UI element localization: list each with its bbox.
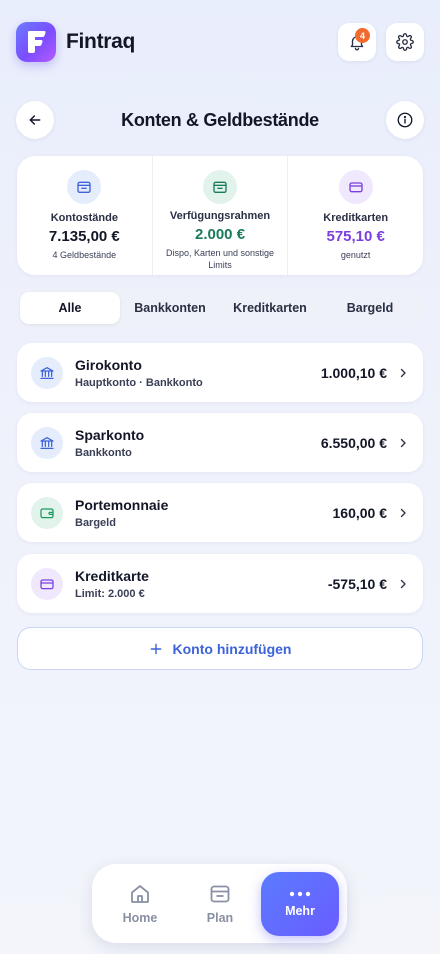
summary-card: Kontostände 7.135,00 € 4 Geldbestände Ve…	[17, 156, 423, 275]
account-amount: 1.000,10 €	[320, 364, 387, 381]
chevron-right-icon	[400, 508, 406, 517]
add-account-label: Konto hinzufügen	[172, 640, 292, 657]
notification-badge: 4	[355, 28, 370, 43]
summary-balances[interactable]: Kontostände 7.135,00 € 4 Geldbestände	[17, 156, 152, 275]
account-subtitle: Bankkonto	[75, 446, 132, 459]
settings-button[interactable]	[386, 23, 424, 61]
summary-label: Kontostände	[50, 212, 118, 224]
summary-value: 2.000 €	[194, 226, 246, 243]
bank-icon	[31, 356, 63, 389]
tab-bank-accounts[interactable]: Bankkonten	[120, 292, 220, 324]
tab-all[interactable]: Alle	[20, 292, 120, 324]
tab-cash[interactable]: Bargeld	[320, 292, 420, 324]
info-icon	[397, 112, 413, 128]
add-account-button[interactable]: Konto hinzufügen	[17, 627, 423, 670]
bottom-nav: Home Plan Mehr	[92, 864, 347, 943]
chevron-right-icon	[400, 368, 406, 377]
summary-value: 7.135,00 €	[48, 228, 120, 245]
account-amount: 160,00 €	[332, 504, 388, 521]
summary-label: Verfügungsrahmen	[169, 210, 271, 222]
account-subtitle: Bargeld	[75, 516, 116, 529]
nav-label: Plan	[206, 911, 234, 925]
summary-label: Kreditkarten	[323, 212, 389, 224]
account-name: Girokonto	[75, 356, 142, 373]
tab-credit-cards[interactable]: Kreditkarten	[220, 292, 320, 324]
summary-credit-cards[interactable]: Kreditkarten 575,10 € genutzt	[287, 156, 423, 275]
wallet-icon	[67, 170, 102, 204]
account-row-kreditkarte[interactable]: Kreditkarte Limit: 2.000 € -575,10 €	[17, 554, 423, 613]
account-row-girokonto[interactable]: Girokonto Hauptkonto · Bankkonto 1.000,1…	[17, 343, 423, 402]
filter-tabs: Alle Bankkonten Kreditkarten Bargeld	[17, 289, 423, 327]
account-row-portemonnaie[interactable]: Portemonnaie Bargeld 160,00 €	[17, 483, 423, 542]
plan-icon	[210, 885, 230, 903]
account-amount: 6.550,00 €	[320, 434, 387, 451]
more-icon	[289, 891, 311, 897]
back-button[interactable]	[16, 101, 54, 139]
summary-limits[interactable]: Verfügungsrahmen 2.000 € Dispo, Karten u…	[151, 156, 288, 275]
logo-f-icon	[28, 31, 46, 53]
info-button[interactable]	[386, 101, 424, 139]
app-logo[interactable]	[16, 22, 56, 62]
bank-icon	[31, 426, 63, 459]
wallet-icon	[203, 170, 237, 204]
account-name: Kreditkarte	[75, 567, 149, 584]
nav-plan[interactable]: Plan	[180, 872, 260, 936]
nav-label: Home	[122, 911, 158, 925]
summary-sub: 4 Geldbestände	[52, 250, 117, 260]
account-name: Portemonnaie	[75, 496, 169, 513]
chevron-right-icon	[400, 579, 406, 588]
account-row-sparkonto[interactable]: Sparkonto Bankkonto 6.550,00 €	[17, 413, 423, 472]
account-subtitle: Hauptkonto · Bankkonto	[75, 376, 203, 389]
summary-value: 575,10 €	[326, 228, 385, 245]
account-name: Sparkonto	[75, 426, 145, 443]
plus-icon	[150, 643, 161, 654]
chevron-right-icon	[400, 438, 406, 447]
nav-home[interactable]: Home	[100, 872, 180, 936]
summary-sub: Dispo, Karten und sonstige Limits	[165, 248, 275, 270]
page-header: Konten & Geldbestände	[16, 101, 424, 139]
home-icon	[131, 885, 149, 903]
top-bar: Fintraq 4	[16, 22, 424, 62]
page-title: Konten & Geldbestände	[121, 109, 319, 130]
summary-sub: genutzt	[340, 250, 371, 260]
account-amount: -575,10 €	[327, 575, 387, 592]
arrow-left-icon	[29, 115, 41, 125]
nav-more[interactable]: Mehr	[261, 871, 339, 936]
credit-card-icon	[338, 170, 373, 204]
nav-label: Mehr	[285, 904, 315, 918]
gear-icon	[396, 33, 414, 51]
brand-name: Fintraq	[66, 30, 136, 53]
account-subtitle: Limit: 2.000 €	[75, 587, 145, 600]
wallet-icon	[31, 496, 63, 529]
credit-card-icon	[31, 567, 63, 600]
notifications-button[interactable]: 4	[338, 23, 376, 61]
